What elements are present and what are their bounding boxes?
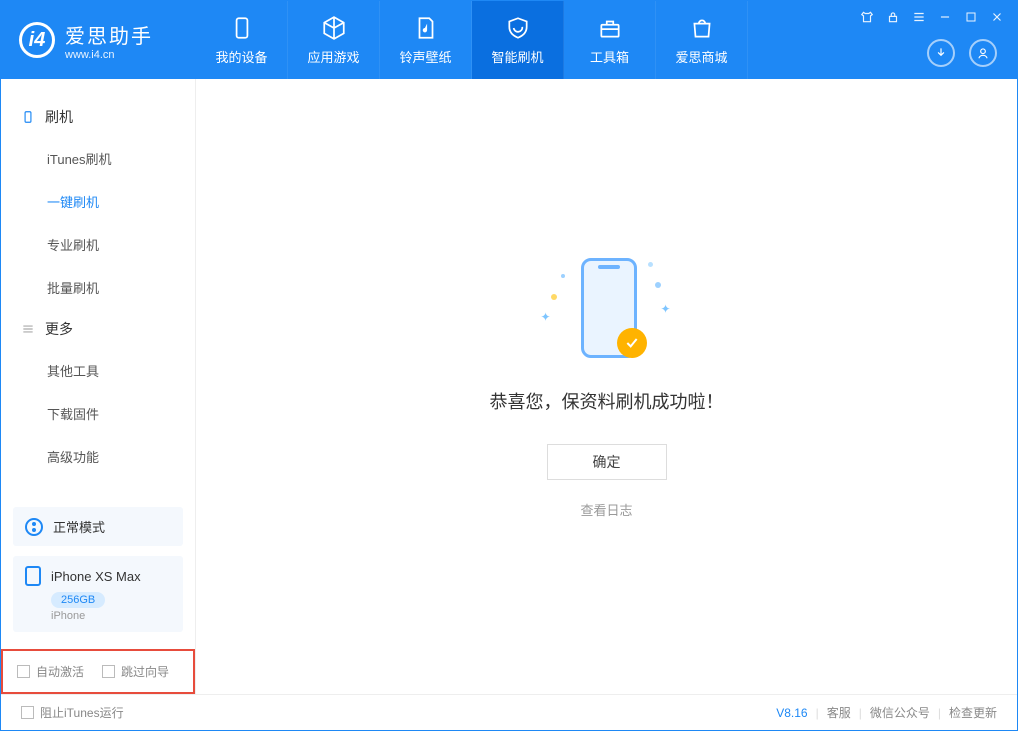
close-button[interactable] [989, 9, 1005, 25]
app-subtitle: www.i4.cn [65, 49, 153, 61]
version-label: V8.16 [776, 706, 807, 720]
tab-my-device[interactable]: 我的设备 [196, 1, 288, 79]
logo-area: i4 爱思助手 www.i4.cn [1, 20, 196, 61]
device-icon [229, 15, 255, 41]
app-title: 爱思助手 [65, 20, 153, 49]
maximize-button[interactable] [963, 9, 979, 25]
refresh-shield-icon [505, 15, 531, 41]
footer-update-link[interactable]: 检查更新 [949, 704, 997, 721]
menu-icon[interactable] [911, 9, 927, 25]
tab-smart-flash[interactable]: 智能刷机 [472, 1, 564, 79]
sidebar-item-advanced[interactable]: 高级功能 [1, 435, 195, 478]
phone-icon [21, 110, 35, 124]
device-phone-icon [25, 566, 41, 586]
main-content: ✦✦ 恭喜您，保资料刷机成功啦！ 确定 查看日志 [196, 79, 1017, 694]
view-log-link[interactable]: 查看日志 [580, 500, 632, 519]
device-panel: 正常模式 iPhone XS Max 256GB iPhone [13, 507, 183, 632]
checkbox-block-itunes[interactable]: 阻止iTunes运行 [21, 704, 124, 721]
sidebar: 刷机 iTunes刷机 一键刷机 专业刷机 批量刷机 更多 其他工具 下载固件 … [1, 79, 196, 694]
checkmark-badge-icon [617, 328, 647, 358]
ok-button[interactable]: 确定 [547, 444, 667, 480]
device-type: iPhone [51, 610, 171, 622]
sidebar-item-oneclick-flash[interactable]: 一键刷机 [1, 180, 195, 223]
tab-store[interactable]: 爱思商城 [656, 1, 748, 79]
cube-icon [321, 15, 347, 41]
footer: 阻止iTunes运行 V8.16 | 客服 | 微信公众号 | 检查更新 [1, 694, 1017, 730]
success-illustration: ✦✦ [537, 254, 677, 364]
highlighted-checkbox-area: 自动激活 跳过向导 [1, 649, 195, 694]
main-tabs: 我的设备 应用游戏 铃声壁纸 智能刷机 工具箱 爱思商城 [196, 1, 748, 79]
checkbox-skip-guide[interactable]: 跳过向导 [102, 663, 169, 680]
list-icon [21, 322, 35, 336]
header: i4 爱思助手 www.i4.cn 我的设备 应用游戏 铃声壁纸 智能刷机 工具… [1, 1, 1017, 79]
sidebar-item-itunes-flash[interactable]: iTunes刷机 [1, 137, 195, 180]
sidebar-item-other-tools[interactable]: 其他工具 [1, 349, 195, 392]
sidebar-group-flash: 刷机 [1, 97, 195, 137]
sidebar-item-pro-flash[interactable]: 专业刷机 [1, 223, 195, 266]
window-controls [859, 9, 1005, 25]
success-message: 恭喜您，保资料刷机成功啦！ [490, 388, 724, 414]
tshirt-icon[interactable] [859, 9, 875, 25]
download-button[interactable] [927, 39, 955, 67]
lock-icon[interactable] [885, 9, 901, 25]
device-info-row[interactable]: iPhone XS Max 256GB iPhone [13, 556, 183, 632]
sidebar-item-batch-flash[interactable]: 批量刷机 [1, 266, 195, 309]
music-file-icon [413, 15, 439, 41]
sidebar-group-more: 更多 [1, 309, 195, 349]
tab-apps-games[interactable]: 应用游戏 [288, 1, 380, 79]
tab-toolbox[interactable]: 工具箱 [564, 1, 656, 79]
footer-support-link[interactable]: 客服 [827, 704, 851, 721]
device-name: iPhone XS Max [51, 569, 141, 584]
device-capacity: 256GB [51, 592, 105, 608]
mode-icon [25, 518, 43, 536]
header-action-circles [927, 39, 997, 67]
minimize-button[interactable] [937, 9, 953, 25]
sidebar-item-download-firmware[interactable]: 下载固件 [1, 392, 195, 435]
toolbox-icon [597, 15, 623, 41]
device-mode-row[interactable]: 正常模式 [13, 507, 183, 546]
footer-wechat-link[interactable]: 微信公众号 [870, 704, 930, 721]
user-button[interactable] [969, 39, 997, 67]
tab-ringtones[interactable]: 铃声壁纸 [380, 1, 472, 79]
checkbox-auto-activate[interactable]: 自动激活 [17, 663, 84, 680]
logo-icon: i4 [19, 22, 55, 58]
bag-icon [689, 15, 715, 41]
